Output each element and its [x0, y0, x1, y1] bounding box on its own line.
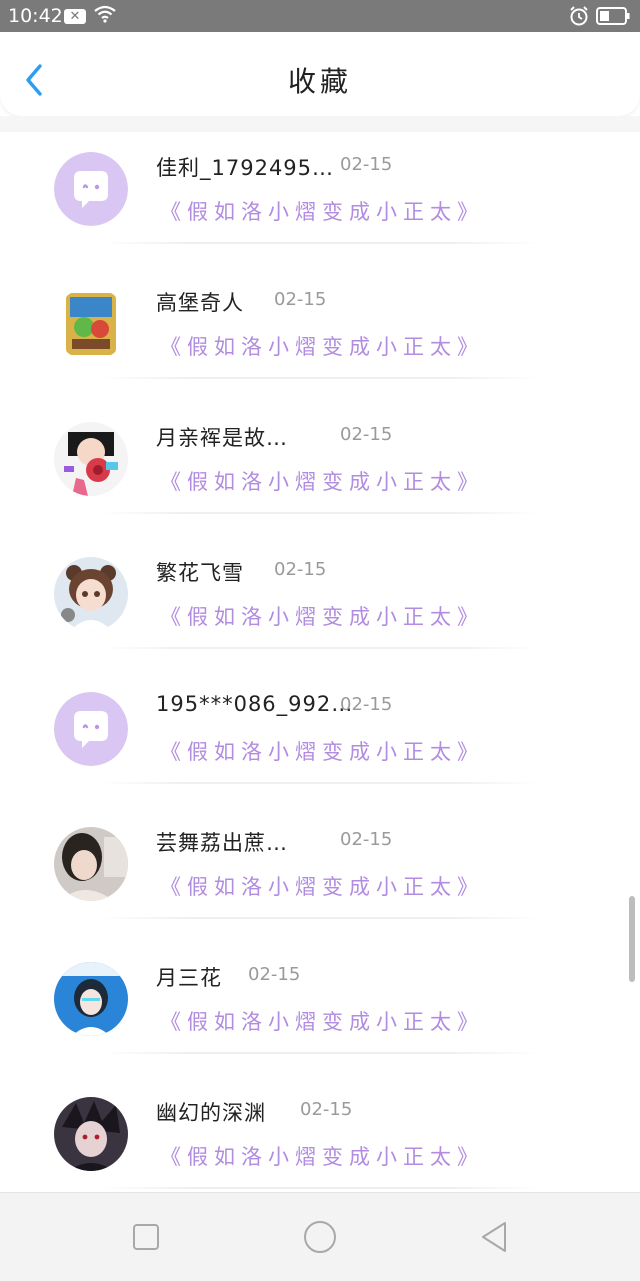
list-item[interactable]: 繁花飞雪 02-15 《假如洛小熠变成小正太》 [0, 537, 640, 672]
row-name: 月亲裈是故… [156, 426, 288, 450]
divider [100, 647, 540, 649]
list-item[interactable]: 月亲裈是故… 02-15 《假如洛小熠变成小正太》 [0, 402, 640, 537]
system-nav-bar [0, 1192, 640, 1281]
list-item[interactable]: 195***086_992… 02-15 《假如洛小熠变成小正太》 [0, 672, 640, 807]
divider [100, 1052, 540, 1054]
row-name: 繁花飞雪 [156, 561, 244, 585]
row-name: 佳利_1792495… [156, 156, 335, 180]
divider [100, 782, 540, 784]
scrollbar[interactable] [629, 896, 635, 982]
avatar [54, 692, 128, 766]
row-date: 02-15 [274, 559, 327, 580]
avatar [54, 557, 128, 631]
user-avatar-icon [54, 287, 128, 361]
chat-bubble-avatar-icon [54, 692, 128, 766]
list-item[interactable]: 芸舞荔出蔗… 02-15 《假如洛小熠变成小正太》 [0, 807, 640, 942]
divider [100, 377, 540, 379]
favorites-list: 佳利_1792495… 02-15 《假如洛小熠变成小正太》 高堡奇人 02-1… [0, 132, 640, 1192]
divider [100, 242, 540, 244]
square-icon[interactable] [124, 1215, 168, 1259]
alarm-icon [570, 6, 588, 26]
section-gap [0, 116, 640, 132]
row-name: 芸舞荔出蔗… [156, 831, 288, 855]
row-story: 《假如洛小熠变成小正太》 [160, 1145, 484, 1169]
avatar [54, 827, 128, 901]
row-story: 《假如洛小熠变成小正太》 [160, 200, 484, 224]
row-story: 《假如洛小熠变成小正太》 [160, 605, 484, 629]
wifi-icon [94, 5, 116, 23]
user-avatar-icon [54, 422, 128, 496]
circle-icon[interactable] [298, 1215, 342, 1259]
row-date: 02-15 [274, 289, 327, 310]
row-name: 195***086_992… [156, 692, 354, 716]
list-item[interactable]: 月三花 02-15 《假如洛小熠变成小正太》 [0, 942, 640, 1077]
list-item[interactable]: 高堡奇人 02-15 《假如洛小熠变成小正太》 [0, 267, 640, 402]
row-date: 02-15 [340, 829, 393, 850]
app-bar: 收藏 [0, 32, 640, 116]
close-box-icon: ✕ [64, 9, 86, 24]
user-avatar-icon [54, 1097, 128, 1171]
avatar [54, 287, 128, 361]
chat-bubble-avatar-icon [54, 152, 128, 226]
list-item[interactable]: 佳利_1792495… 02-15 《假如洛小熠变成小正太》 [0, 132, 640, 267]
divider [100, 1187, 540, 1189]
row-story: 《假如洛小熠变成小正太》 [160, 470, 484, 494]
status-bar: 10:42 ✕ [0, 0, 640, 32]
status-time: 10:42 [8, 5, 63, 27]
row-name: 月三花 [156, 966, 222, 990]
avatar [54, 422, 128, 496]
row-story: 《假如洛小熠变成小正太》 [160, 740, 484, 764]
row-story: 《假如洛小熠变成小正太》 [160, 1010, 484, 1034]
row-date: 02-15 [340, 694, 393, 715]
row-name: 幽幻的深渊 [156, 1101, 266, 1125]
row-story: 《假如洛小熠变成小正太》 [160, 875, 484, 899]
triangle-back-icon[interactable] [472, 1215, 516, 1259]
avatar [54, 152, 128, 226]
divider [100, 917, 540, 919]
row-name: 高堡奇人 [156, 291, 244, 315]
row-story: 《假如洛小熠变成小正太》 [160, 335, 484, 359]
row-date: 02-15 [340, 424, 393, 445]
avatar [54, 962, 128, 1036]
user-avatar-icon [54, 962, 128, 1036]
divider [100, 512, 540, 514]
row-date: 02-15 [248, 964, 301, 985]
page-title: 收藏 [287, 65, 352, 98]
user-avatar-icon [54, 557, 128, 631]
row-date: 02-15 [300, 1099, 353, 1120]
avatar [54, 1097, 128, 1171]
user-avatar-icon [54, 827, 128, 901]
row-date: 02-15 [340, 154, 393, 175]
battery-icon [596, 7, 630, 25]
